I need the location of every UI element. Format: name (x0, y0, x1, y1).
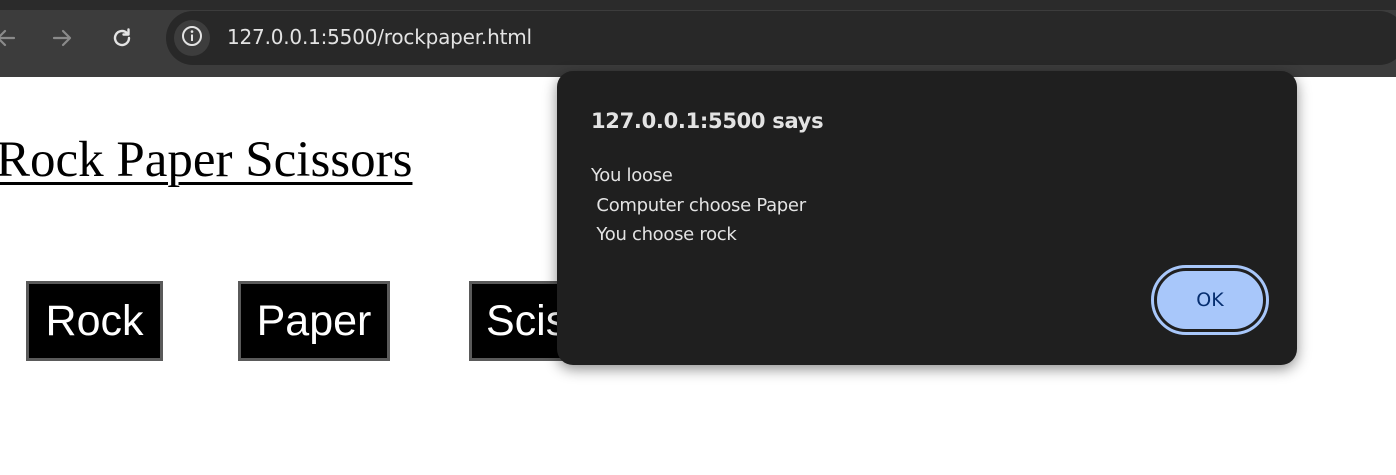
info-icon (180, 24, 204, 53)
reload-button[interactable] (106, 22, 138, 54)
back-button[interactable] (0, 22, 22, 54)
page-title: Rock Paper Scissors (0, 132, 413, 188)
alert-dialog: 127.0.0.1:5500 says You loose Computer c… (557, 71, 1297, 365)
dialog-title: 127.0.0.1:5500 says (591, 109, 824, 133)
forward-button[interactable] (46, 22, 78, 54)
ok-button[interactable]: OK (1151, 265, 1269, 335)
address-bar[interactable]: 127.0.0.1:5500/rockpaper.html (166, 11, 1396, 65)
url-text[interactable]: 127.0.0.1:5500/rockpaper.html (227, 25, 532, 49)
dialog-message: You loose Computer choose Paper You choo… (591, 165, 806, 245)
browser-toolbar: 127.0.0.1:5500/rockpaper.html (0, 0, 1396, 77)
arrow-right-icon (50, 26, 74, 50)
reload-icon (110, 26, 134, 50)
paper-button[interactable]: Paper (238, 281, 390, 361)
arrow-left-icon (0, 26, 18, 50)
site-info-button[interactable] (174, 20, 210, 56)
rock-button[interactable]: Rock (26, 281, 163, 361)
tab-strip (0, 0, 1396, 10)
